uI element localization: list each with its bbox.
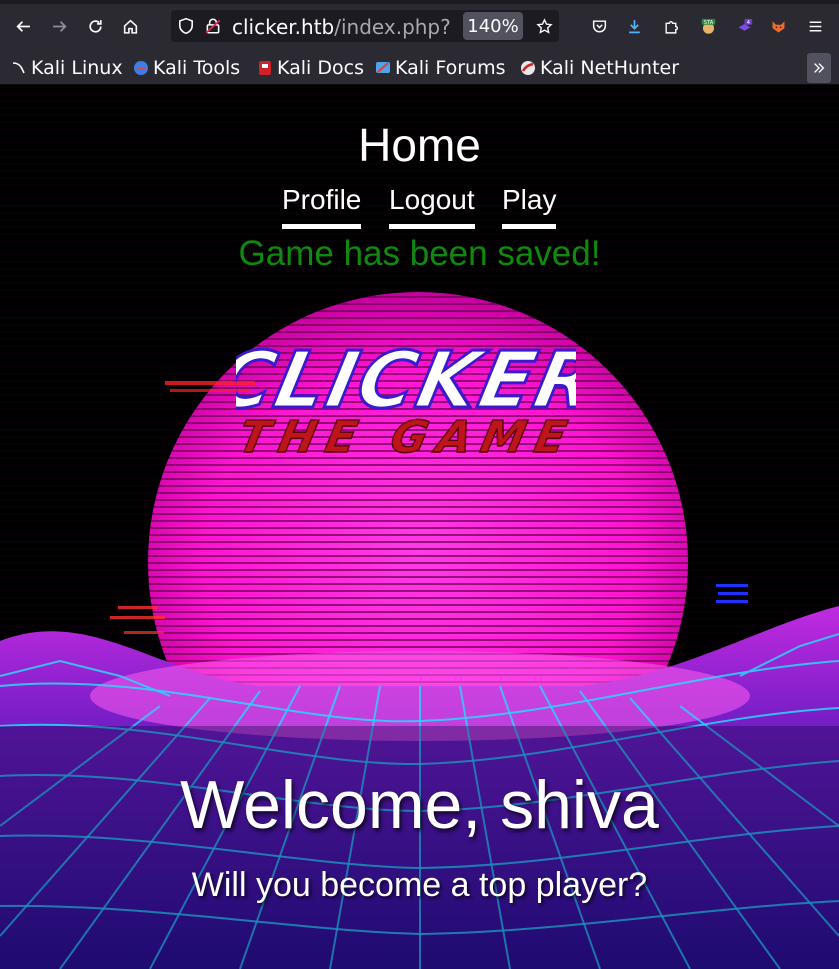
hamburger-menu-icon xyxy=(809,20,821,32)
bookmark-kali-linux[interactable]: Kali Linux xyxy=(11,54,123,82)
save-status-message: Game has been saved! xyxy=(238,234,601,273)
svg-text:STA: STA xyxy=(703,19,713,25)
extension-purple-button[interactable]: 4 xyxy=(730,12,758,40)
home-button[interactable] xyxy=(116,12,144,40)
bookmark-star-button[interactable] xyxy=(530,12,558,40)
arrow-right-icon xyxy=(52,20,67,32)
downloads-button[interactable] xyxy=(620,12,648,40)
bookmark-kali-forums[interactable]: Kali Forums xyxy=(375,54,506,82)
nav-profile-link[interactable]: Profile xyxy=(282,184,362,229)
pocket-icon xyxy=(592,19,606,33)
extension-sta-button[interactable]: STA xyxy=(694,12,722,40)
reload-icon xyxy=(88,19,102,33)
back-button[interactable] xyxy=(9,12,37,40)
bookmark-kali-docs[interactable]: Kali Docs xyxy=(257,54,364,82)
puzzle-piece-icon xyxy=(664,20,678,34)
fox-icon xyxy=(772,20,784,32)
extension-purple-icon: 4 xyxy=(738,18,752,31)
browser-toolbar: clicker.htb/index.php? 140% STA 4 xyxy=(0,0,839,52)
page-viewport: CLICKER THE GAME Home Profile Logout Pla… xyxy=(0,86,839,969)
svg-text:4: 4 xyxy=(746,19,749,25)
url-text[interactable]: clicker.htb/index.php? xyxy=(232,15,454,39)
reload-button[interactable] xyxy=(81,12,109,40)
main-nav: Profile Logout Play xyxy=(0,184,839,234)
kali-dragon-icon xyxy=(12,62,25,74)
page-title: Home xyxy=(358,119,481,171)
pocket-button[interactable] xyxy=(585,12,613,40)
arrow-left-icon xyxy=(15,20,30,32)
bookmark-label: Kali Docs xyxy=(277,57,364,79)
svg-text:THE GAME: THE GAME xyxy=(236,412,576,462)
tracking-protection-shield-icon[interactable] xyxy=(177,17,195,35)
chevron-double-right-icon xyxy=(814,63,825,73)
kali-docs-icon xyxy=(259,61,271,75)
download-icon xyxy=(628,19,640,33)
url-path: /index.php? xyxy=(334,15,451,39)
bookmarks-toolbar: Kali Linux Kali Tools Kali Docs Kali For… xyxy=(0,52,839,85)
url-host: clicker.htb xyxy=(232,15,335,39)
zoom-level-button[interactable]: 140% xyxy=(463,12,523,40)
bookmark-kali-tools[interactable]: Kali Tools xyxy=(133,54,240,82)
clicker-the-game-logo: CLICKER THE GAME xyxy=(236,333,576,463)
bookmark-kali-nethunter[interactable]: Kali NetHunter xyxy=(520,54,679,82)
tab-strip-edge xyxy=(0,0,839,4)
star-icon xyxy=(535,17,553,34)
kali-tools-icon xyxy=(134,61,148,75)
nav-logout-link[interactable]: Logout xyxy=(389,184,475,229)
nav-play-link[interactable]: Play xyxy=(502,184,557,229)
kali-nethunter-icon xyxy=(521,61,535,75)
app-menu-button[interactable] xyxy=(801,12,829,40)
bookmark-label: Kali Linux xyxy=(31,57,123,79)
extensions-button[interactable] xyxy=(657,12,685,40)
welcome-subtitle: Will you become a top player? xyxy=(191,866,648,904)
welcome-heading: Welcome, shiva xyxy=(180,767,659,843)
bookmark-label: Kali Tools xyxy=(153,57,241,79)
insecure-lock-icon[interactable] xyxy=(204,17,222,35)
bookmark-label: Kali NetHunter xyxy=(540,57,680,79)
home-icon xyxy=(123,19,137,34)
extension-sta-icon: STA xyxy=(701,18,715,34)
extension-fox-button[interactable] xyxy=(764,12,792,40)
kali-forums-icon xyxy=(376,62,390,73)
forward-button[interactable] xyxy=(45,12,73,40)
bookmark-label: Kali Forums xyxy=(395,57,506,79)
bookmarks-overflow-button[interactable] xyxy=(807,53,831,83)
